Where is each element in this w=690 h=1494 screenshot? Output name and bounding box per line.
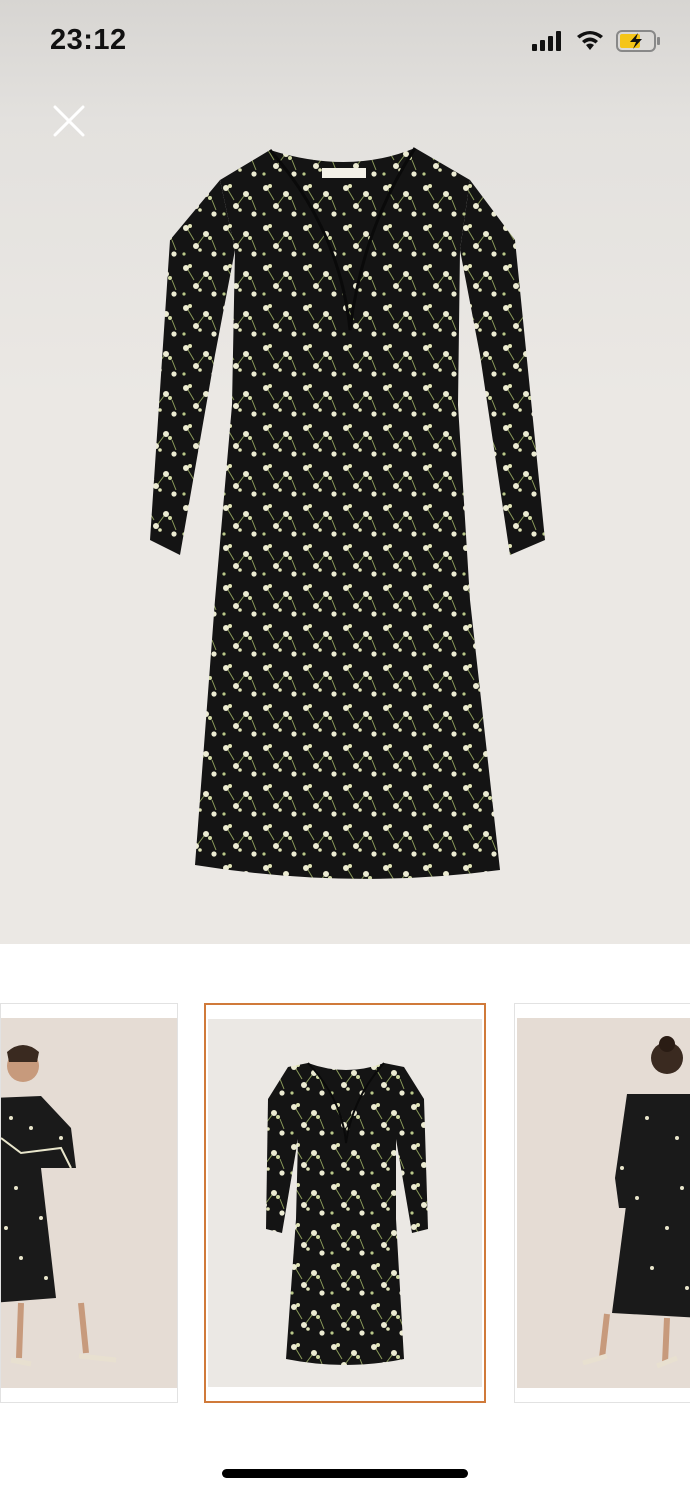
home-indicator[interactable] — [222, 1469, 468, 1478]
model-front-image — [1, 1045, 117, 1367]
main-product-image — [150, 147, 545, 879]
thumbnail-strip — [0, 1003, 690, 1405]
status-bar: 23:12 — [0, 0, 690, 86]
main-image-area — [0, 0, 690, 944]
thumbnail-model-back[interactable] — [514, 1003, 690, 1403]
close-button[interactable] — [48, 100, 90, 142]
close-icon — [53, 105, 85, 137]
battery-charging-icon — [616, 30, 660, 52]
flat-lay-image — [266, 1062, 428, 1365]
wifi-icon — [577, 31, 603, 50]
thumbnail-model-front[interactable] — [0, 1003, 178, 1403]
status-time: 23:12 — [50, 24, 127, 56]
thumbnail-flat-lay[interactable] — [204, 1003, 486, 1403]
model-back-image — [582, 1036, 690, 1369]
cellular-signal-icon — [532, 31, 561, 51]
